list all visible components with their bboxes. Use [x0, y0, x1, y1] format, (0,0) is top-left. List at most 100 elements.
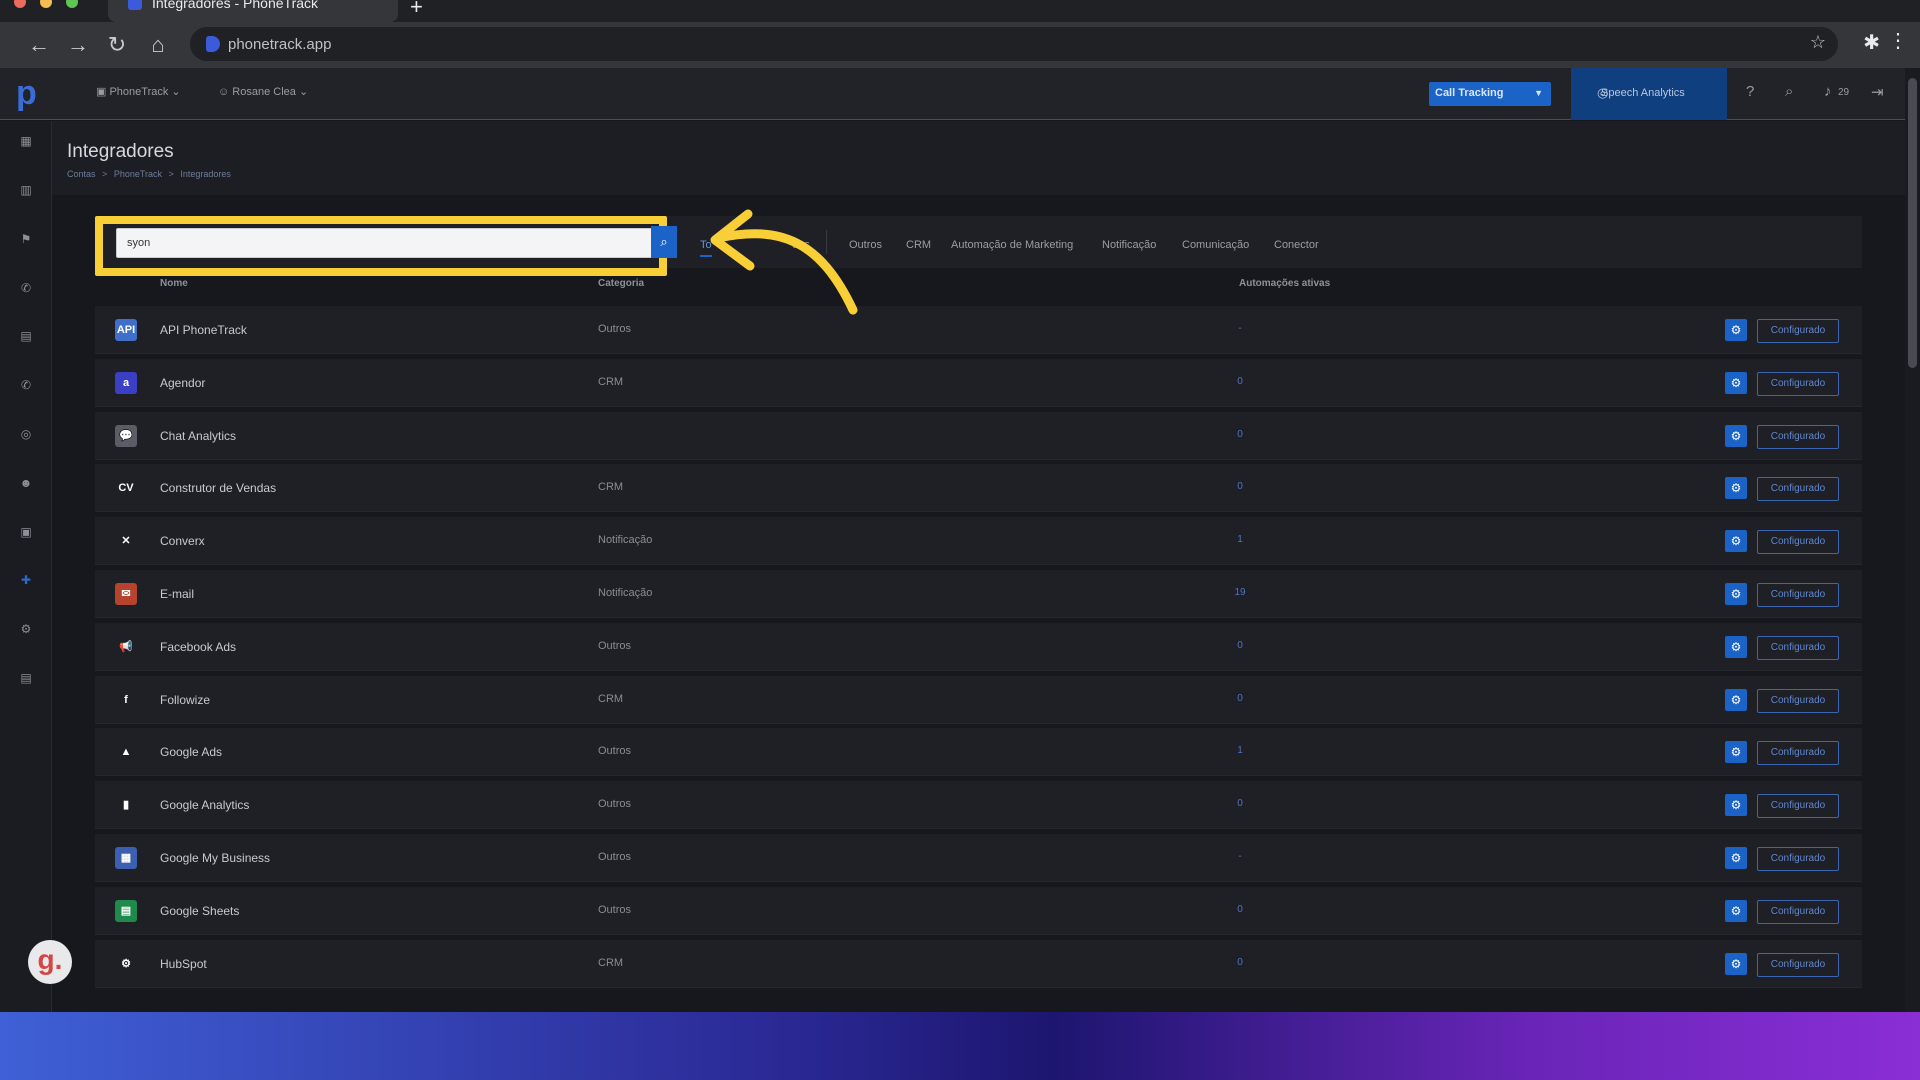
settings-gear-icon[interactable]: ⚙	[1725, 635, 1747, 658]
active-automations-count[interactable]: 0	[1220, 798, 1260, 809]
reload-icon[interactable]: ↻	[102, 30, 132, 60]
contact-card-icon[interactable]: ▤	[19, 329, 33, 343]
address-bar[interactable]: phonetrack.app ☆	[190, 27, 1838, 61]
configured-button[interactable]: Configurado	[1757, 530, 1839, 555]
tab-outros[interactable]: Outros	[849, 239, 882, 251]
tab-todos[interactable]: To	[700, 239, 712, 257]
integrations-puzzle-icon[interactable]: ✚	[19, 573, 33, 587]
configured-button[interactable]: Configurado	[1757, 741, 1839, 766]
store-icon[interactable]: ▤	[19, 671, 33, 685]
browser-tab[interactable]: Integradores - PhoneTrack	[108, 0, 398, 22]
configured-button[interactable]: Configurado	[1757, 319, 1839, 343]
active-automations-count[interactable]: 0	[1220, 693, 1260, 704]
settings-gear-icon[interactable]: ⚙	[1725, 847, 1747, 869]
settings-gear-icon[interactable]: ⚙	[19, 622, 33, 636]
active-automations-count[interactable]: 1	[1220, 745, 1260, 756]
active-automations-count[interactable]: 0	[1220, 904, 1260, 915]
configured-button[interactable]: Configurado	[1757, 635, 1839, 660]
active-automations-count[interactable]: 0	[1220, 481, 1260, 492]
table-row[interactable]: ▤ Google Sheets Outros 0 ⚙ Configurado	[95, 886, 1862, 935]
active-automations-count[interactable]: -	[1220, 323, 1260, 334]
settings-gear-icon[interactable]: ⚙	[1725, 477, 1747, 500]
active-automations-count[interactable]: -	[1220, 851, 1260, 862]
forward-icon[interactable]: →	[63, 30, 93, 60]
settings-gear-icon[interactable]: ⚙	[1725, 794, 1747, 817]
maximize-window-button[interactable]	[66, 0, 78, 8]
target-icon[interactable]: ◎	[19, 427, 33, 441]
search-input[interactable]	[116, 228, 654, 258]
settings-gear-icon[interactable]: ⚙	[1725, 583, 1747, 605]
configured-button[interactable]: Configurado	[1757, 424, 1839, 449]
help-icon[interactable]: ?	[1746, 83, 1754, 100]
settings-gear-icon[interactable]: ⚙	[1725, 371, 1747, 394]
reports-icon[interactable]: ▣	[19, 525, 33, 539]
phone-icon[interactable]: ✆	[19, 281, 33, 295]
table-row[interactable]: ✉ E-mail Notificação 19 ⚙ Configurado	[95, 570, 1862, 618]
logout-icon[interactable]: ⇥	[1871, 83, 1884, 101]
call-icon[interactable]: ✆	[19, 378, 33, 392]
tab-conector[interactable]: Conector	[1274, 239, 1319, 251]
table-row[interactable]: a Agendor CRM 0 ⚙ Configurado	[95, 358, 1862, 407]
column-header-categoria[interactable]: Categoria	[598, 278, 644, 289]
users-icon[interactable]: ☻	[19, 476, 33, 490]
minimize-window-button[interactable]	[40, 0, 52, 8]
configured-button[interactable]: Configurado	[1757, 371, 1839, 396]
table-row[interactable]: 💬 Chat Analytics 0 ⚙ Configurado	[95, 411, 1862, 460]
search-icon[interactable]: ⌕	[1785, 83, 1793, 100]
browser-menu-icon[interactable]: ⋮	[1888, 28, 1908, 53]
settings-gear-icon[interactable]: ⚙	[1725, 319, 1747, 341]
configured-button[interactable]: Configurado	[1757, 688, 1839, 713]
product-select[interactable]: Call Tracking ▼	[1429, 82, 1551, 106]
table-row[interactable]: ⚙ HubSpot CRM 0 ⚙ Configurado	[95, 939, 1862, 988]
settings-gear-icon[interactable]: ⚙	[1725, 688, 1747, 711]
active-automations-count[interactable]: 0	[1220, 957, 1260, 968]
active-automations-count[interactable]: 0	[1220, 429, 1260, 440]
table-row[interactable]: 📢 Facebook Ads Outros 0 ⚙ Configurado	[95, 622, 1862, 671]
tab-integracoes[interactable]: ões	[792, 239, 810, 251]
active-automations-count[interactable]: 0	[1220, 640, 1260, 651]
active-automations-count[interactable]: 1	[1220, 534, 1260, 545]
active-automations-count[interactable]: 0	[1220, 376, 1260, 387]
table-row[interactable]: CV Construtor de Vendas CRM 0 ⚙ Configurado	[95, 464, 1862, 513]
home-icon[interactable]: ⌂	[143, 30, 173, 60]
search-button[interactable]: ⌕	[651, 226, 677, 258]
back-icon[interactable]: ←	[24, 30, 54, 60]
configured-button[interactable]: Configurado	[1757, 847, 1839, 871]
buildings-icon[interactable]: ▥	[19, 183, 33, 197]
breadcrumb-contas[interactable]: Contas	[67, 169, 96, 179]
settings-gear-icon[interactable]: ⚙	[1725, 741, 1747, 764]
table-row[interactable]: ▲ Google Ads Outros 1 ⚙ Configurado	[95, 728, 1862, 777]
table-row[interactable]: f Followize CRM 0 ⚙ Configurado	[95, 675, 1862, 724]
settings-gear-icon[interactable]: ⚙	[1725, 530, 1747, 553]
settings-gear-icon[interactable]: ⚙	[1725, 952, 1747, 975]
extensions-icon[interactable]: ✱	[1863, 30, 1880, 55]
tab-notificacao[interactable]: Notificação	[1102, 239, 1156, 251]
tab-crm[interactable]: CRM	[906, 239, 931, 251]
settings-gear-icon[interactable]: ⚙	[1725, 424, 1747, 447]
tab-automacao-marketing[interactable]: Automação de Marketing	[951, 239, 1073, 251]
tab-comunicacao[interactable]: Comunicação	[1182, 239, 1249, 251]
bell-icon[interactable]: ♪	[1824, 83, 1832, 100]
table-row[interactable]: API API PhoneTrack Outros - ⚙ Configurado	[95, 306, 1862, 354]
configured-button[interactable]: Configurado	[1757, 794, 1839, 819]
speech-analytics-button[interactable]: ◎ Speech Analytics	[1571, 68, 1727, 120]
active-automations-count[interactable]: 19	[1220, 587, 1260, 598]
dashboard-icon[interactable]: ▦	[19, 134, 33, 148]
bookmark-star-icon[interactable]: ☆	[1810, 32, 1826, 53]
settings-gear-icon[interactable]: ⚙	[1725, 899, 1747, 922]
phonetrack-logo[interactable]: p	[16, 76, 44, 110]
column-header-automacoes[interactable]: Automações ativas	[1239, 278, 1330, 289]
user-selector[interactable]: ☺ Rosane Clea ⌄	[218, 85, 308, 98]
breadcrumb-phonetrack[interactable]: PhoneTrack	[114, 169, 162, 179]
table-row[interactable]: ▦ Google My Business Outros - ⚙ Configurado	[95, 834, 1862, 882]
configured-button[interactable]: Configurado	[1757, 899, 1839, 924]
configured-button[interactable]: Configurado	[1757, 952, 1839, 977]
configured-button[interactable]: Configurado	[1757, 583, 1839, 607]
org-selector[interactable]: ▣ PhoneTrack ⌄	[96, 85, 181, 98]
scrollbar-thumb[interactable]	[1908, 78, 1917, 368]
configured-button[interactable]: Configurado	[1757, 477, 1839, 502]
close-window-button[interactable]	[14, 0, 26, 8]
new-tab-icon[interactable]: +	[410, 0, 423, 20]
flag-icon[interactable]: ⚑	[19, 232, 33, 246]
table-row[interactable]: ▮ Google Analytics Outros 0 ⚙ Configurado	[95, 781, 1862, 830]
